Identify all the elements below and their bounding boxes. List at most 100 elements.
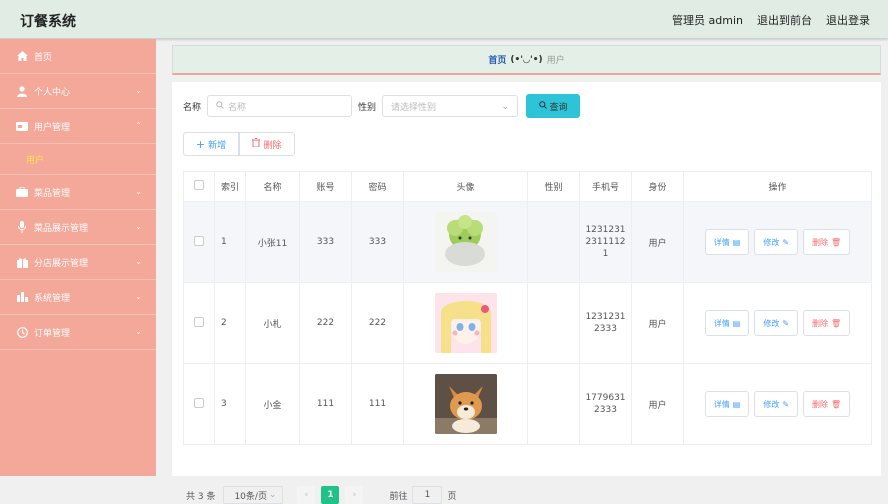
query-button-label: 查询	[549, 102, 568, 113]
chevron-down-icon: ⌄	[135, 187, 142, 196]
chevron-up-icon: ⌃	[135, 121, 142, 130]
cell-actions: 详情 ▤ 修改 ✎ 删除 🗑	[683, 201, 872, 283]
cell-password: 222	[351, 282, 404, 364]
cell-index: 3	[214, 363, 246, 445]
sidebar-subitem-user[interactable]: 用户	[0, 144, 156, 175]
mic-icon	[16, 221, 28, 233]
briefcase-icon	[16, 186, 28, 198]
main-area: 首页 (•'◡'•) 用户 名称 名称 性别 请选择性别 ⌄ 查询 + 新增 删…	[156, 39, 888, 504]
app-title: 订餐系统	[20, 14, 76, 30]
exit-to-front-link[interactable]: 退出到前台	[757, 12, 812, 28]
sidebar-item-users[interactable]: 用户管理 ⌃	[0, 109, 156, 144]
sidebar: 首页 个人中心 ⌄ 用户管理 ⌃ 用户 菜品管理 ⌄ 菜品展示管理 ⌄ 分店展示…	[0, 39, 156, 476]
goto-prefix: 前往	[389, 491, 408, 502]
plus-icon: +	[195, 137, 206, 151]
column-header: 手机号	[579, 171, 632, 202]
row-checkbox[interactable]	[183, 201, 215, 283]
delete-button[interactable]: 删除 🗑	[803, 391, 851, 417]
chevron-down-icon: ⌄	[501, 102, 510, 112]
column-header: 名称	[245, 171, 300, 202]
add-button[interactable]: + 新增	[183, 132, 239, 156]
total-count: 共 3 条	[186, 491, 216, 502]
delete-button[interactable]: 删除 🗑	[803, 229, 851, 255]
trash-icon: 🗑	[831, 318, 842, 328]
row-checkbox[interactable]	[183, 282, 215, 364]
detail-button[interactable]: 详情 ▤	[704, 229, 750, 255]
chevron-down-icon: ⌄	[135, 327, 142, 336]
column-header: 账号	[299, 171, 352, 202]
page-size-value: 10条/页	[234, 491, 267, 502]
document-icon: ▤	[732, 318, 741, 328]
sidebar-item-dish-display[interactable]: 菜品展示管理 ⌄	[0, 210, 156, 245]
detail-button[interactable]: 详情 ▤	[704, 391, 750, 417]
delete-label: 删除	[812, 318, 829, 328]
next-page-button[interactable]: ›	[345, 486, 364, 504]
search-icon	[538, 100, 547, 112]
chevron-down-icon: ⌄	[135, 222, 142, 231]
page-size-select[interactable]: 10条/页 ⌄	[223, 486, 284, 504]
phone-line: 1	[602, 249, 609, 259]
phone-line: 1779631	[585, 393, 626, 403]
cell-gender	[527, 282, 580, 364]
cell-index: 2	[214, 282, 246, 364]
edit-button[interactable]: 修改 ✎	[754, 391, 799, 417]
cell-phone: 1779631 2333	[579, 363, 632, 445]
table-header-row: 索引 名称 账号 密码 头像 性别 手机号 身份 操作	[183, 171, 872, 202]
cell-index: 1	[214, 201, 246, 283]
avatar-anime-girl	[434, 293, 497, 353]
table-row: 1 小张11 333 333 1231231 2311112 1 用户 详情 ▤…	[183, 201, 872, 283]
row-checkbox[interactable]	[183, 363, 215, 445]
chevron-down-icon: ⌄	[135, 257, 142, 266]
user-table: 索引 名称 账号 密码 头像 性别 手机号 身份 操作 1 小张11 333 3…	[183, 171, 872, 445]
delete-button[interactable]: 删除 🗑	[803, 310, 851, 336]
cell-account: 222	[299, 282, 352, 364]
sidebar-item-label: 菜品展示管理	[34, 223, 89, 234]
admin-user-label: 管理员 admin	[672, 14, 743, 27]
sidebar-item-orders[interactable]: 订单管理 ⌄	[0, 315, 156, 350]
top-bar: 订餐系统 管理员 admin 退出到前台 退出登录	[0, 0, 888, 39]
trash-icon: 🗑	[831, 237, 842, 247]
logout-link[interactable]: 退出登录	[826, 12, 870, 28]
sidebar-item-home[interactable]: 首页	[0, 39, 156, 74]
goto-suffix: 页	[447, 491, 457, 502]
document-icon: ▤	[732, 399, 741, 409]
edit-button[interactable]: 修改 ✎	[754, 229, 799, 255]
gender-label: 性别	[358, 102, 377, 113]
select-all-checkbox[interactable]	[183, 171, 215, 202]
detail-label: 详情	[713, 399, 730, 409]
edit-button[interactable]: 修改 ✎	[754, 310, 799, 336]
pagination: 共 3 条 10条/页 ⌄ ‹ 1 › 前往 1 页	[186, 486, 456, 504]
edit-label: 修改	[763, 237, 780, 247]
card-icon	[16, 120, 28, 132]
delete-label: 删除	[812, 237, 829, 247]
table-row: 3 小金 111 111 1779631 2333 用户 详情 ▤ 修改 ✎ 删…	[183, 363, 872, 445]
sidebar-item-profile[interactable]: 个人中心 ⌄	[0, 74, 156, 109]
action-bar: + 新增 删除	[183, 132, 295, 156]
prev-page-button[interactable]: ‹	[297, 486, 316, 504]
sidebar-item-system[interactable]: 系统管理 ⌄	[0, 280, 156, 315]
sidebar-item-label: 个人中心	[34, 87, 71, 98]
sidebar-item-branch-display[interactable]: 分店展示管理 ⌄	[0, 245, 156, 280]
user-icon	[16, 85, 28, 97]
pencil-icon: ✎	[782, 237, 790, 247]
gender-select[interactable]: 请选择性别 ⌄	[382, 95, 519, 117]
cell-password: 333	[351, 201, 404, 283]
name-search-input[interactable]: 名称	[207, 95, 353, 117]
query-button[interactable]: 查询	[526, 94, 581, 118]
chevron-down-icon: ⌄	[135, 292, 142, 301]
breadcrumb-home[interactable]: 首页	[488, 53, 506, 66]
page-number-current[interactable]: 1	[321, 486, 340, 504]
name-placeholder: 名称	[228, 102, 247, 113]
cell-account: 333	[299, 201, 352, 283]
avatar-shiba-dog	[434, 374, 497, 434]
table-row: 2 小札 222 222 1231231 2333 用户 详情 ▤ 修改 ✎ 删…	[183, 282, 872, 364]
column-header: 头像	[403, 171, 528, 202]
batch-delete-button[interactable]: 删除	[239, 132, 295, 156]
column-header: 操作	[683, 171, 872, 202]
phone-line: 1231231	[585, 225, 626, 235]
sidebar-item-dishes[interactable]: 菜品管理 ⌄	[0, 175, 156, 210]
detail-label: 详情	[713, 237, 730, 247]
detail-label: 详情	[713, 318, 730, 328]
detail-button[interactable]: 详情 ▤	[704, 310, 750, 336]
goto-page-input[interactable]: 1	[412, 486, 443, 504]
